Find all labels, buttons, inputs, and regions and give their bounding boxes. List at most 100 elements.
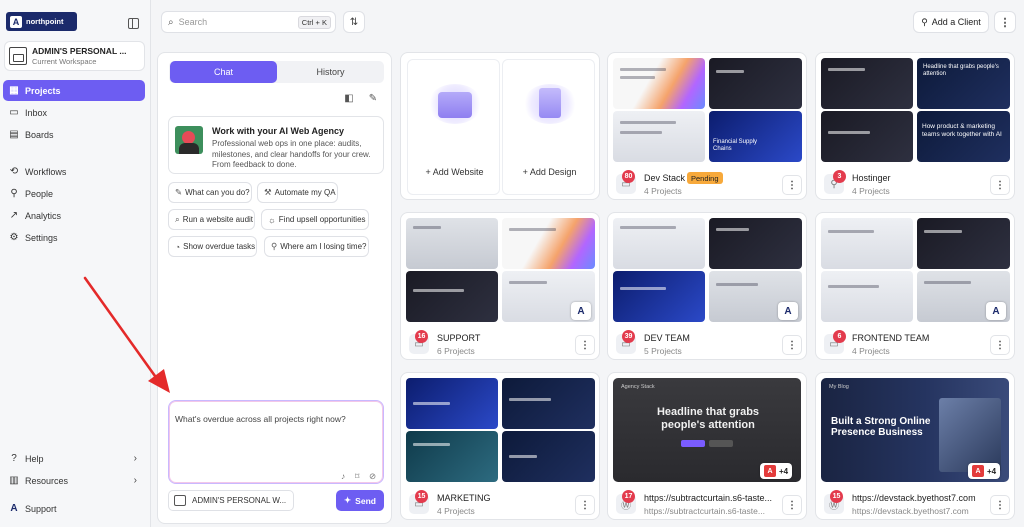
clock-icon: ◔ (175, 241, 181, 252)
tab-history[interactable]: History (277, 61, 384, 83)
bookmark-icon[interactable]: ⌑ (355, 471, 359, 482)
integrations-count: +4 (987, 466, 997, 476)
wrench-icon: ⚒ (264, 187, 272, 197)
add-design-tile[interactable]: + Add Design (502, 59, 595, 195)
project-card[interactable]: A ▭ 6 FRONTEND TEAM 4 Projects ⋮ (815, 212, 1015, 360)
website-thumbnail[interactable] (613, 218, 705, 269)
notification-count: 39 (622, 330, 635, 343)
project-card[interactable]: Financial Supply Chains ▭ 80 Dev Stack P… (607, 52, 807, 200)
person-icon: ⚲ (10, 187, 18, 199)
support-button[interactable]: A Support (3, 498, 145, 519)
card-menu-button[interactable]: ⋮ (782, 175, 802, 195)
sort-button[interactable]: ⇅ (343, 11, 365, 33)
card-title: https://subtractcurtain.s6-taste... (644, 493, 773, 503)
brand-logo-icon: A (972, 465, 984, 477)
card-menu-button[interactable]: ⋮ (782, 495, 802, 515)
sidebar-item-boards[interactable]: ▤ Boards (3, 124, 145, 145)
workspace-switcher[interactable]: ADMIN'S PERSONAL ... Current Workspace (4, 41, 145, 71)
chart-icon: ↗ (9, 209, 19, 221)
website-thumbnail[interactable] (709, 58, 802, 109)
website-thumbnail[interactable] (502, 431, 595, 482)
location-icon: ⚲ (271, 241, 278, 251)
search-icon: ⌕ (168, 16, 174, 28)
search-input[interactable]: ⌕ Search Ctrl + K (161, 11, 336, 33)
kebab-icon: ⋮ (580, 499, 590, 511)
sidebar-item-help[interactable]: ? Help › (3, 448, 145, 469)
notification-count: 6 (833, 330, 846, 343)
website-thumbnail[interactable] (406, 431, 498, 482)
website-thumbnail[interactable] (406, 218, 498, 269)
card-menu-button[interactable]: ⋮ (990, 495, 1010, 515)
card-title: MARKETING (437, 493, 491, 503)
project-card[interactable]: Headline that grabs people's attention H… (815, 52, 1015, 200)
card-menu-button[interactable]: ⋮ (990, 175, 1010, 195)
sidebar-item-people[interactable]: ⚲ People (3, 183, 145, 204)
website-thumbnail[interactable] (406, 271, 498, 322)
suggestion-upsell[interactable]: ☼ Find upsell opportunities (261, 209, 369, 230)
website-thumbnail[interactable]: How product & marketing teams work toget… (917, 111, 1010, 162)
microphone-icon[interactable]: ♪ (341, 471, 345, 481)
project-card[interactable]: A ▭ 16 SUPPORT 6 Projects ⋮ (400, 212, 600, 360)
card-menu-button[interactable]: ⋮ (575, 335, 595, 355)
card-subtitle: 5 Projects (644, 346, 682, 356)
suggestion-losing-time[interactable]: ⚲ Where am I losing time? (264, 236, 369, 257)
website-card[interactable]: My Blog Built a Strong Online Presence B… (815, 372, 1015, 520)
agency-title: Work with your AI Web Agency (212, 126, 345, 136)
edit-icon[interactable]: ✎ (368, 93, 378, 104)
website-thumbnail[interactable] (821, 271, 913, 322)
website-thumbnail[interactable] (502, 218, 595, 269)
chat-prompt-input[interactable]: What's overdue across all projects right… (168, 400, 384, 484)
website-thumbnail[interactable] (406, 378, 498, 429)
card-menu-button[interactable]: ⋮ (782, 335, 802, 355)
website-thumbnail[interactable] (821, 218, 913, 269)
notification-count: 16 (415, 330, 428, 343)
suggestion-website-audit[interactable]: ⌕ Run a website audit (168, 209, 255, 230)
sidebar-item-inbox[interactable]: ▭ Inbox (3, 102, 145, 123)
website-card[interactable]: Agency Stack Headline that grabs people'… (607, 372, 807, 520)
suggestion-what-can-you-do[interactable]: ✎ What can you do? (168, 182, 252, 203)
website-thumbnail[interactable] (917, 218, 1010, 269)
send-button[interactable]: ✦ Send (336, 490, 384, 511)
card-title: Hostinger (852, 173, 891, 183)
card-menu-button[interactable]: ⋮ (575, 495, 595, 515)
website-thumbnail[interactable] (502, 378, 595, 429)
app-logo[interactable]: A northpoint (6, 12, 77, 31)
sidebar-item-label: People (25, 188, 54, 199)
tab-chat[interactable]: Chat (170, 61, 277, 83)
thumbnail-cta (709, 440, 733, 447)
project-card[interactable]: ▭ 15 MARKETING 4 Projects ⋮ (400, 372, 600, 520)
website-thumbnail[interactable] (821, 58, 913, 109)
paperclip-icon[interactable]: ⊘ (369, 471, 376, 482)
prompt-text: What's overdue across all projects right… (175, 414, 346, 424)
website-thumbnail[interactable]: Financial Supply Chains (709, 111, 802, 162)
website-thumbnail[interactable] (613, 111, 705, 162)
sidebar-item-projects[interactable]: ▦ Projects (3, 80, 145, 101)
panel-icon[interactable]: ◧ (344, 93, 354, 104)
more-options-button[interactable]: ⋮ (994, 11, 1016, 33)
send-label: Send (355, 495, 376, 506)
website-thumbnail[interactable]: Headline that grabs people's attention (917, 58, 1010, 109)
suggestion-overdue[interactable]: ◔ Show overdue tasks (168, 236, 257, 257)
website-thumbnail[interactable] (709, 218, 802, 269)
board-icon: ▤ (9, 128, 19, 140)
suggestion-automate-qa[interactable]: ⚒ Automate my QA (257, 182, 338, 203)
workspace-select[interactable]: ADMIN'S PERSONAL W... (168, 490, 294, 511)
sidebar-item-resources[interactable]: ▥ Resources › (3, 470, 145, 491)
card-menu-button[interactable]: ⋮ (990, 335, 1010, 355)
search-placeholder: Search (178, 17, 208, 27)
notification-count: 17 (622, 490, 635, 503)
sidebar-item-analytics[interactable]: ↗ Analytics (3, 205, 145, 226)
website-thumbnail[interactable] (613, 58, 705, 109)
website-thumbnail[interactable] (821, 111, 913, 162)
sidebar-item-label: Inbox (25, 107, 48, 118)
gear-icon: ⚙ (9, 231, 19, 243)
brand-logo-icon: A (986, 302, 1006, 320)
sidebar-item-settings[interactable]: ⚙ Settings (3, 227, 145, 248)
project-card[interactable]: A ▭ 39 DEV TEAM 5 Projects ⋮ (607, 212, 807, 360)
sidebar-collapse-icon[interactable] (128, 18, 139, 29)
website-thumbnail[interactable] (613, 271, 705, 322)
add-client-button[interactable]: ⚲ Add a Client (913, 11, 989, 33)
thumbnail-brand: My Blog (829, 384, 849, 390)
add-website-tile[interactable]: + Add Website (407, 59, 500, 195)
sidebar-item-workflows[interactable]: ⟲ Workflows (3, 161, 145, 182)
